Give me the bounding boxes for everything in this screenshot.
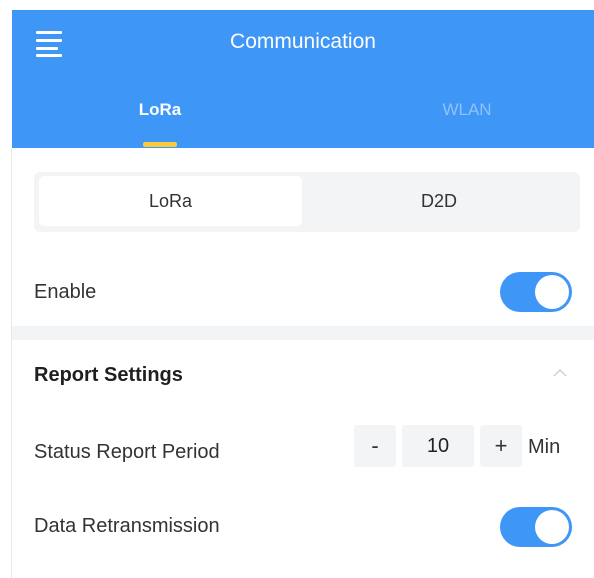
page-title: Communication [230,30,376,53]
unit-label: Min [528,436,561,458]
status-report-period-input[interactable] [402,425,474,467]
chevron-up-icon[interactable] [552,365,568,381]
section-divider [12,326,594,340]
tab-lora[interactable]: LoRa [90,100,230,120]
segment-lora[interactable]: LoRa [39,176,302,226]
report-settings-title: Report Settings [34,364,183,386]
active-tab-indicator [143,142,177,147]
toggle-knob [535,275,569,309]
mode-segmented-control: LoRa D2D [34,172,580,232]
segment-d2d[interactable]: D2D [304,176,574,226]
data-retransmission-label: Data Retransmission [34,515,220,537]
status-report-period-label: Status Report Period [34,441,220,463]
enable-toggle[interactable] [500,272,572,312]
app-header: Communication LoRa WLAN [12,10,594,148]
left-border-line [11,148,12,578]
increment-button[interactable]: + [480,425,522,467]
decrement-button[interactable]: - [354,425,396,467]
tab-wlan[interactable]: WLAN [397,100,537,120]
data-retransmission-toggle[interactable] [500,507,572,547]
enable-label: Enable [34,281,97,303]
toggle-knob [535,510,569,544]
